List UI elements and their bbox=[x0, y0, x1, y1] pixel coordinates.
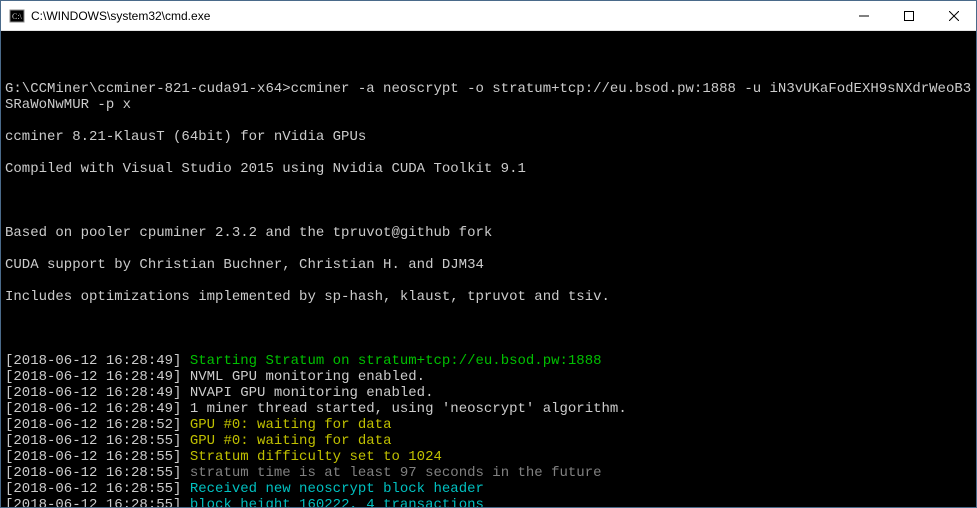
log-message: block height 160222, 4 transactions bbox=[190, 497, 484, 507]
timestamp: [2018-06-12 16:28:49] bbox=[5, 401, 190, 417]
log-line: [2018-06-12 16:28:49] NVAPI GPU monitori… bbox=[5, 385, 972, 401]
blank-line bbox=[5, 321, 972, 337]
log-message: GPU #0: waiting for data bbox=[190, 417, 392, 433]
window-title: C:\WINDOWS\system32\cmd.exe bbox=[31, 9, 841, 23]
log-message: NVML GPU monitoring enabled. bbox=[190, 369, 425, 385]
window-controls bbox=[841, 1, 976, 30]
svg-text:C:\: C:\ bbox=[12, 12, 23, 21]
log-message: 1 miner thread started, using 'neoscrypt… bbox=[190, 401, 627, 417]
log-line: [2018-06-12 16:28:49] NVML GPU monitorin… bbox=[5, 369, 972, 385]
timestamp: [2018-06-12 16:28:55] bbox=[5, 449, 190, 465]
header-line: Compiled with Visual Studio 2015 using N… bbox=[5, 161, 972, 177]
log-line: [2018-06-12 16:28:55] Received new neosc… bbox=[5, 481, 972, 497]
header-line: ccminer 8.21-KlausT (64bit) for nVidia G… bbox=[5, 129, 972, 145]
log-line: [2018-06-12 16:28:55] GPU #0: waiting fo… bbox=[5, 433, 972, 449]
close-icon bbox=[949, 11, 959, 21]
header-line: CUDA support by Christian Buchner, Chris… bbox=[5, 257, 972, 273]
cmd-icon: C:\ bbox=[9, 8, 25, 24]
log-message: Received new neoscrypt block header bbox=[190, 481, 484, 497]
log-line: [2018-06-12 16:28:55] block height 16022… bbox=[5, 497, 972, 507]
maximize-button[interactable] bbox=[886, 1, 931, 30]
close-button[interactable] bbox=[931, 1, 976, 30]
log-line: [2018-06-12 16:28:55] Stratum difficulty… bbox=[5, 449, 972, 465]
log-message: Starting Stratum on stratum+tcp://eu.bso… bbox=[190, 353, 602, 369]
prompt-line: G:\CCMiner\ccminer-821-cuda91-x64>ccmine… bbox=[5, 81, 972, 113]
timestamp: [2018-06-12 16:28:49] bbox=[5, 353, 190, 369]
log-message: Stratum difficulty set to 1024 bbox=[190, 449, 442, 465]
log-container: [2018-06-12 16:28:49] Starting Stratum o… bbox=[5, 353, 972, 507]
log-line: [2018-06-12 16:28:49] 1 miner thread sta… bbox=[5, 401, 972, 417]
minimize-button[interactable] bbox=[841, 1, 886, 30]
log-line: [2018-06-12 16:28:55] stratum time is at… bbox=[5, 465, 972, 481]
header-line: Based on pooler cpuminer 2.3.2 and the t… bbox=[5, 225, 972, 241]
console-output[interactable]: G:\CCMiner\ccminer-821-cuda91-x64>ccmine… bbox=[1, 31, 976, 507]
timestamp: [2018-06-12 16:28:49] bbox=[5, 385, 190, 401]
timestamp: [2018-06-12 16:28:55] bbox=[5, 465, 190, 481]
timestamp: [2018-06-12 16:28:55] bbox=[5, 433, 190, 449]
timestamp: [2018-06-12 16:28:55] bbox=[5, 481, 190, 497]
titlebar[interactable]: C:\ C:\WINDOWS\system32\cmd.exe bbox=[1, 1, 976, 31]
minimize-icon bbox=[859, 11, 869, 21]
timestamp: [2018-06-12 16:28:52] bbox=[5, 417, 190, 433]
log-message: GPU #0: waiting for data bbox=[190, 433, 392, 449]
log-message: NVAPI GPU monitoring enabled. bbox=[190, 385, 434, 401]
log-line: [2018-06-12 16:28:49] Starting Stratum o… bbox=[5, 353, 972, 369]
timestamp: [2018-06-12 16:28:49] bbox=[5, 369, 190, 385]
header-line: Includes optimizations implemented by sp… bbox=[5, 289, 972, 305]
log-line: [2018-06-12 16:28:52] GPU #0: waiting fo… bbox=[5, 417, 972, 433]
window-frame: C:\ C:\WINDOWS\system32\cmd.exe G:\CCMin… bbox=[0, 0, 977, 508]
timestamp: [2018-06-12 16:28:55] bbox=[5, 497, 190, 507]
maximize-icon bbox=[904, 11, 914, 21]
blank-line bbox=[5, 49, 972, 65]
log-message: stratum time is at least 97 seconds in t… bbox=[190, 465, 602, 481]
blank-line bbox=[5, 193, 972, 209]
